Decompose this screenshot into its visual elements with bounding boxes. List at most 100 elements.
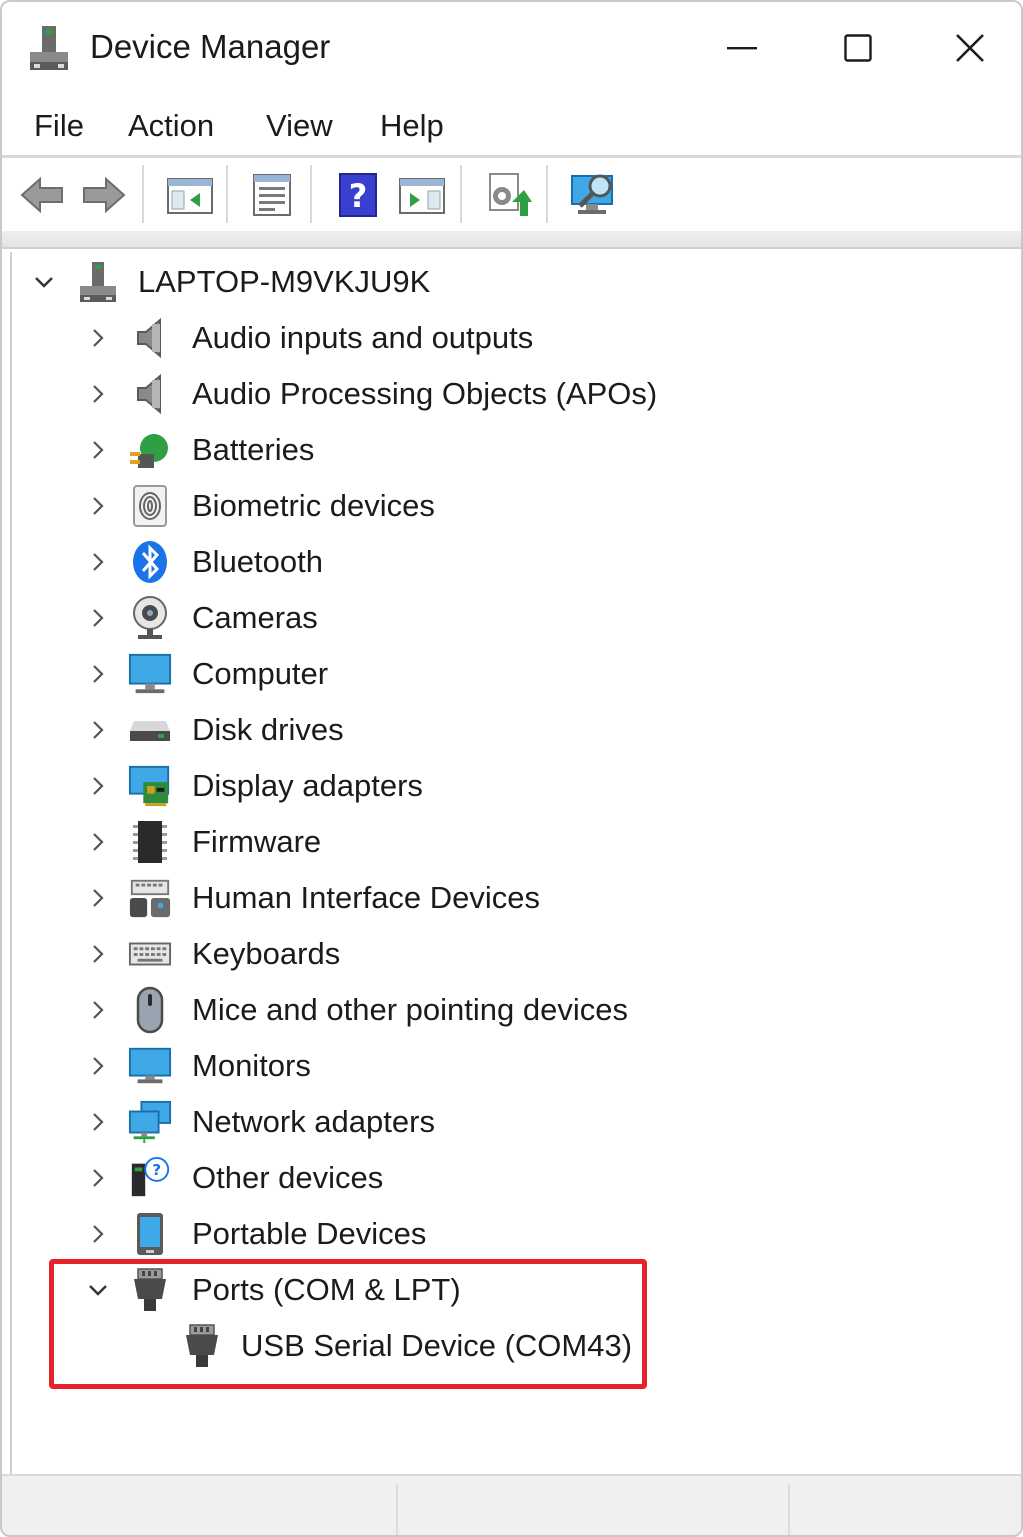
tree-item-label: Batteries [192,432,315,467]
tree-item-audio-inputs-outputs[interactable]: Audio inputs and outputs [12,310,1015,366]
show-hide-console-tree-icon [167,178,213,214]
chevron-right-icon[interactable] [86,1222,110,1246]
tree-item-human-interface-devices[interactable]: Human Interface Devices [12,870,1015,926]
tree-item-label: USB Serial Device (COM43) [241,1328,633,1363]
maximize-button[interactable] [828,22,888,74]
menu-file[interactable]: File [34,108,84,144]
close-icon [956,34,984,62]
tree-item-network-adapters[interactable]: Network adapters [12,1094,1015,1150]
display-adapter-icon [128,763,172,809]
tree-root-label: LAPTOP-M9VKJU9K [138,264,431,299]
tree-item-mice[interactable]: Mice and other pointing devices [12,982,1015,1038]
speaker-icon [128,371,172,417]
status-pane [788,1484,790,1535]
tree-item-biometric-devices[interactable]: Biometric devices [12,478,1015,534]
tree-item-computer[interactable]: Computer [12,646,1015,702]
properties-button[interactable] [244,169,300,221]
device-manager-window: Device Manager File Action View Help ? L… [0,0,1023,1537]
status-bar [2,1474,1021,1535]
back-button[interactable] [14,169,70,221]
chevron-right-icon[interactable] [86,886,110,910]
tree-item-label: Audio inputs and outputs [192,320,534,355]
tree-item-other-devices[interactable]: ? Other devices [12,1150,1015,1206]
tree-root-computer[interactable]: LAPTOP-M9VKJU9K [12,254,1015,310]
tree-item-label: Network adapters [192,1104,435,1139]
tree-item-firmware[interactable]: Firmware [12,814,1015,870]
chevron-right-icon[interactable] [86,718,110,742]
forward-arrow-icon [83,176,126,214]
minimize-button[interactable] [712,22,772,74]
chevron-right-icon[interactable] [86,998,110,1022]
tree-item-label: Mice and other pointing devices [192,992,628,1027]
tree-item-usb-serial-device[interactable]: USB Serial Device (COM43) [12,1318,1015,1374]
tree-item-label: Computer [192,656,329,691]
chevron-right-icon[interactable] [86,942,110,966]
chevron-right-icon[interactable] [86,662,110,686]
chevron-right-icon[interactable] [86,830,110,854]
tree-item-audio-processing-objects[interactable]: Audio Processing Objects (APOs) [12,366,1015,422]
portable-device-icon [128,1211,172,1257]
properties-icon [253,174,291,216]
toolbar-separator [460,165,462,223]
title-bar: Device Manager [2,2,1021,92]
window-title: Device Manager [90,28,331,65]
help-button[interactable]: ? [330,169,386,221]
chevron-right-icon[interactable] [86,1166,110,1190]
speaker-icon [128,315,172,361]
chevron-down-icon[interactable] [32,270,56,294]
port-connector-icon [128,1267,172,1313]
toolbar-separator [310,165,312,223]
help-icon: ? [339,173,377,217]
scan-hardware-changes-button[interactable] [566,169,622,221]
monitor-icon [128,651,172,697]
show-hide-action-pane-button[interactable] [394,169,450,221]
tree-item-portable-devices[interactable]: Portable Devices [12,1206,1015,1262]
disk-drive-icon [128,707,172,753]
unknown-device-icon: ? [128,1155,172,1201]
forward-button[interactable] [76,169,132,221]
chevron-right-icon[interactable] [86,382,110,406]
svg-text:?: ? [349,177,368,215]
webcam-icon [128,595,172,641]
chevron-right-icon[interactable] [86,1054,110,1078]
tree-item-batteries[interactable]: Batteries [12,422,1015,478]
hid-icon [128,875,172,921]
tree-item-label: Firmware [192,824,322,859]
tree-item-ports-com-lpt[interactable]: Ports (COM & LPT) [12,1262,1015,1318]
tree-item-monitors[interactable]: Monitors [12,1038,1015,1094]
chevron-right-icon[interactable] [86,1110,110,1134]
tree-item-bluetooth[interactable]: Bluetooth [12,534,1015,590]
chevron-right-icon[interactable] [86,550,110,574]
update-driver-icon [489,173,532,216]
tree-item-cameras[interactable]: Cameras [12,590,1015,646]
keyboard-icon [128,931,172,977]
svg-text:?: ? [152,1161,161,1179]
tree-item-label: Portable Devices [192,1216,427,1251]
device-tree: LAPTOP-M9VKJU9K Audio inputs and outputs… [10,252,1015,1474]
tree-item-display-adapters[interactable]: Display adapters [12,758,1015,814]
menu-help[interactable]: Help [380,108,444,144]
device-manager-app-icon [28,24,70,72]
chevron-right-icon[interactable] [86,326,110,350]
chevron-right-icon[interactable] [86,438,110,462]
menu-view[interactable]: View [266,108,333,144]
chevron-right-icon[interactable] [86,606,110,630]
tree-item-label: Disk drives [192,712,344,747]
tree-item-label: Monitors [192,1048,311,1083]
tree-item-keyboards[interactable]: Keyboards [12,926,1015,982]
toolbar: ? [2,161,1021,231]
tree-item-label: Human Interface Devices [192,880,541,915]
show-hide-console-tree-button[interactable] [162,169,218,221]
chevron-down-icon[interactable] [86,1278,110,1302]
mouse-icon [128,986,172,1034]
tree-item-disk-drives[interactable]: Disk drives [12,702,1015,758]
back-arrow-icon [20,176,63,214]
chevron-right-icon[interactable] [86,774,110,798]
toolbar-divider [2,231,1021,249]
chevron-right-icon[interactable] [86,494,110,518]
menu-bar: File Action View Help [2,94,1021,158]
close-button[interactable] [940,22,1000,74]
menu-action[interactable]: Action [128,108,214,144]
update-driver-button[interactable] [480,169,536,221]
tree-item-label: Biometric devices [192,488,435,523]
